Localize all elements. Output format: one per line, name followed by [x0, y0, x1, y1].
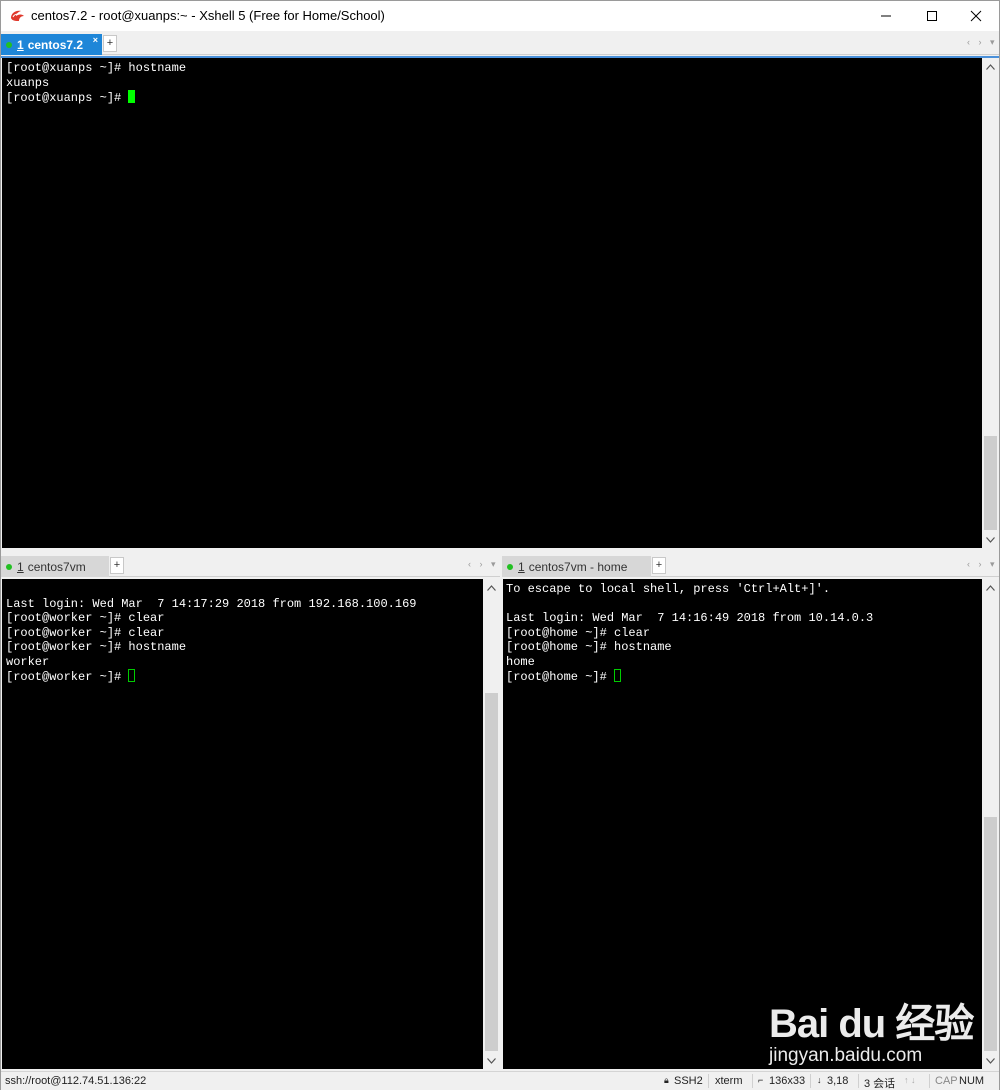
tab-number: 1: [17, 37, 24, 52]
scroll-down-icon[interactable]: [982, 1052, 999, 1069]
left-pane-tabbar: 1 centos7vm + ‹ › ▾: [1, 555, 500, 577]
terminal-size: 136x33: [769, 1075, 806, 1087]
separator: [708, 1074, 709, 1088]
terminal-line: Last login: Wed Mar 7 14:17:29 2018 from…: [6, 596, 417, 611]
terminal-line: home: [506, 654, 535, 669]
tab-label: centos7vm - home: [528, 559, 628, 574]
tab-number: 1: [17, 559, 24, 574]
tab-scroll-icon[interactable]: ‹ › ▾: [967, 37, 998, 48]
separator: [929, 1074, 930, 1088]
separator: [752, 1074, 753, 1088]
connection-address: ssh://root@112.74.51.136:22: [5, 1075, 147, 1087]
tab-scroll-icon[interactable]: ‹ › ▾: [967, 559, 998, 570]
terminal-line: [root@home ~]# clear: [506, 625, 651, 640]
terminal-line: [root@worker ~]# hostname: [6, 640, 187, 654]
scroll-down-icon[interactable]: [483, 1052, 500, 1069]
cursor-icon: ↓: [817, 1075, 822, 1085]
window-title: centos7.2 - root@xuanps:~ - Xshell 5 (Fr…: [31, 8, 385, 23]
minimize-button[interactable]: [863, 1, 909, 31]
terminal-line: [root@worker ~]#: [6, 669, 483, 684]
add-tab-icon[interactable]: +: [103, 35, 117, 52]
left-terminal[interactable]: Last login: Wed Mar 7 14:17:29 2018 from…: [2, 579, 483, 1069]
maximize-button[interactable]: [909, 1, 955, 31]
add-tab-icon[interactable]: +: [652, 557, 666, 574]
tab-label: centos7vm: [27, 559, 86, 574]
title-bar[interactable]: centos7.2 - root@xuanps:~ - Xshell 5 (Fr…: [1, 1, 999, 31]
xshell-app-icon: [9, 9, 25, 23]
prompt-text: [root@worker ~]#: [6, 670, 129, 684]
terminal-cursor: [614, 669, 622, 682]
separator: [810, 1074, 811, 1088]
terminal-line: [root@worker ~]# clear: [6, 611, 165, 625]
right-scrollbar[interactable]: [982, 579, 999, 1069]
tab-centos7vm[interactable]: 1 centos7vm: [1, 556, 109, 577]
terminal-line: xuanps: [6, 75, 50, 90]
watermark-url: jingyan.baidu.com: [769, 1045, 923, 1066]
terminal-line: worker: [6, 654, 50, 669]
lock-icon: 🔒︎: [664, 1075, 669, 1085]
scroll-up-icon[interactable]: [982, 58, 999, 75]
tab-close-icon[interactable]: ×: [93, 35, 98, 45]
caps-indicator: CAP: [935, 1075, 958, 1087]
tab-label: centos7.2: [27, 37, 84, 52]
session-nav-icon[interactable]: ↑ ↓: [904, 1075, 916, 1085]
maximize-icon: [927, 11, 937, 21]
scroll-thumb[interactable]: [485, 693, 498, 1051]
prompt-text: [root@xuanps ~]#: [6, 91, 129, 105]
scroll-up-icon[interactable]: [982, 579, 999, 596]
terminal-line: Last login: Wed Mar 7 14:16:49 2018 from…: [506, 611, 874, 625]
top-scrollbar[interactable]: [982, 58, 999, 548]
tab-centos7vm-home[interactable]: 1 centos7vm - home: [502, 556, 651, 577]
terminal-line: [root@worker ~]# clear: [6, 625, 165, 640]
separator: [858, 1074, 859, 1088]
session-status-icon: [6, 563, 12, 570]
tab-number: 1: [518, 559, 525, 574]
baidu-watermark: Bai du 经验 jingyan.baidu.com: [761, 981, 974, 1071]
status-bar: ssh://root@112.74.51.136:22 🔒︎ SSH2 xter…: [1, 1071, 999, 1090]
num-indicator: NUM: [959, 1075, 985, 1087]
close-icon: [970, 10, 982, 22]
terminal-line: [root@xuanps ~]# hostname: [6, 61, 187, 75]
terminal-line: [root@home ~]# hostname: [506, 640, 672, 654]
prompt-text: [root@home ~]#: [506, 670, 615, 684]
session-status-icon: [507, 563, 513, 570]
cursor-position: 3,18: [827, 1075, 849, 1087]
terminal-line: To escape to local shell, press 'Ctrl+Al…: [506, 582, 831, 596]
terminal-line: [root@xuanps ~]#: [6, 90, 982, 105]
close-button[interactable]: [953, 1, 999, 31]
session-count: 3 会话: [864, 1078, 896, 1090]
tab-centos7-2[interactable]: 1 centos7.2 ×: [1, 34, 102, 55]
top-terminal[interactable]: [root@xuanps ~]# hostname xuanps [root@x…: [2, 58, 982, 548]
scroll-down-icon[interactable]: [982, 531, 999, 548]
add-tab-icon[interactable]: +: [110, 557, 124, 574]
xshell-window: centos7.2 - root@xuanps:~ - Xshell 5 (Fr…: [0, 0, 1000, 1090]
scroll-thumb[interactable]: [984, 817, 997, 1051]
right-pane-tabbar: 1 centos7vm - home + ‹ › ▾: [502, 555, 999, 577]
session-status-icon: [6, 41, 12, 48]
terminal-type: xterm: [715, 1075, 743, 1087]
tab-scroll-icon[interactable]: ‹ › ▾: [468, 559, 499, 570]
scroll-thumb[interactable]: [984, 436, 997, 530]
top-pane-tabbar: 1 centos7.2 × + ‹ › ▾: [1, 33, 999, 55]
protocol-label: SSH2: [674, 1075, 703, 1087]
minimize-icon: [881, 15, 891, 17]
left-scrollbar[interactable]: [483, 579, 500, 1069]
terminal-line: [root@home ~]#: [506, 669, 982, 684]
scroll-up-icon[interactable]: [483, 579, 500, 596]
watermark-brand: Bai du 经验: [769, 1002, 974, 1046]
terminal-cursor: [128, 669, 136, 682]
terminal-cursor: [128, 90, 136, 103]
size-icon: ⌐: [758, 1075, 764, 1085]
